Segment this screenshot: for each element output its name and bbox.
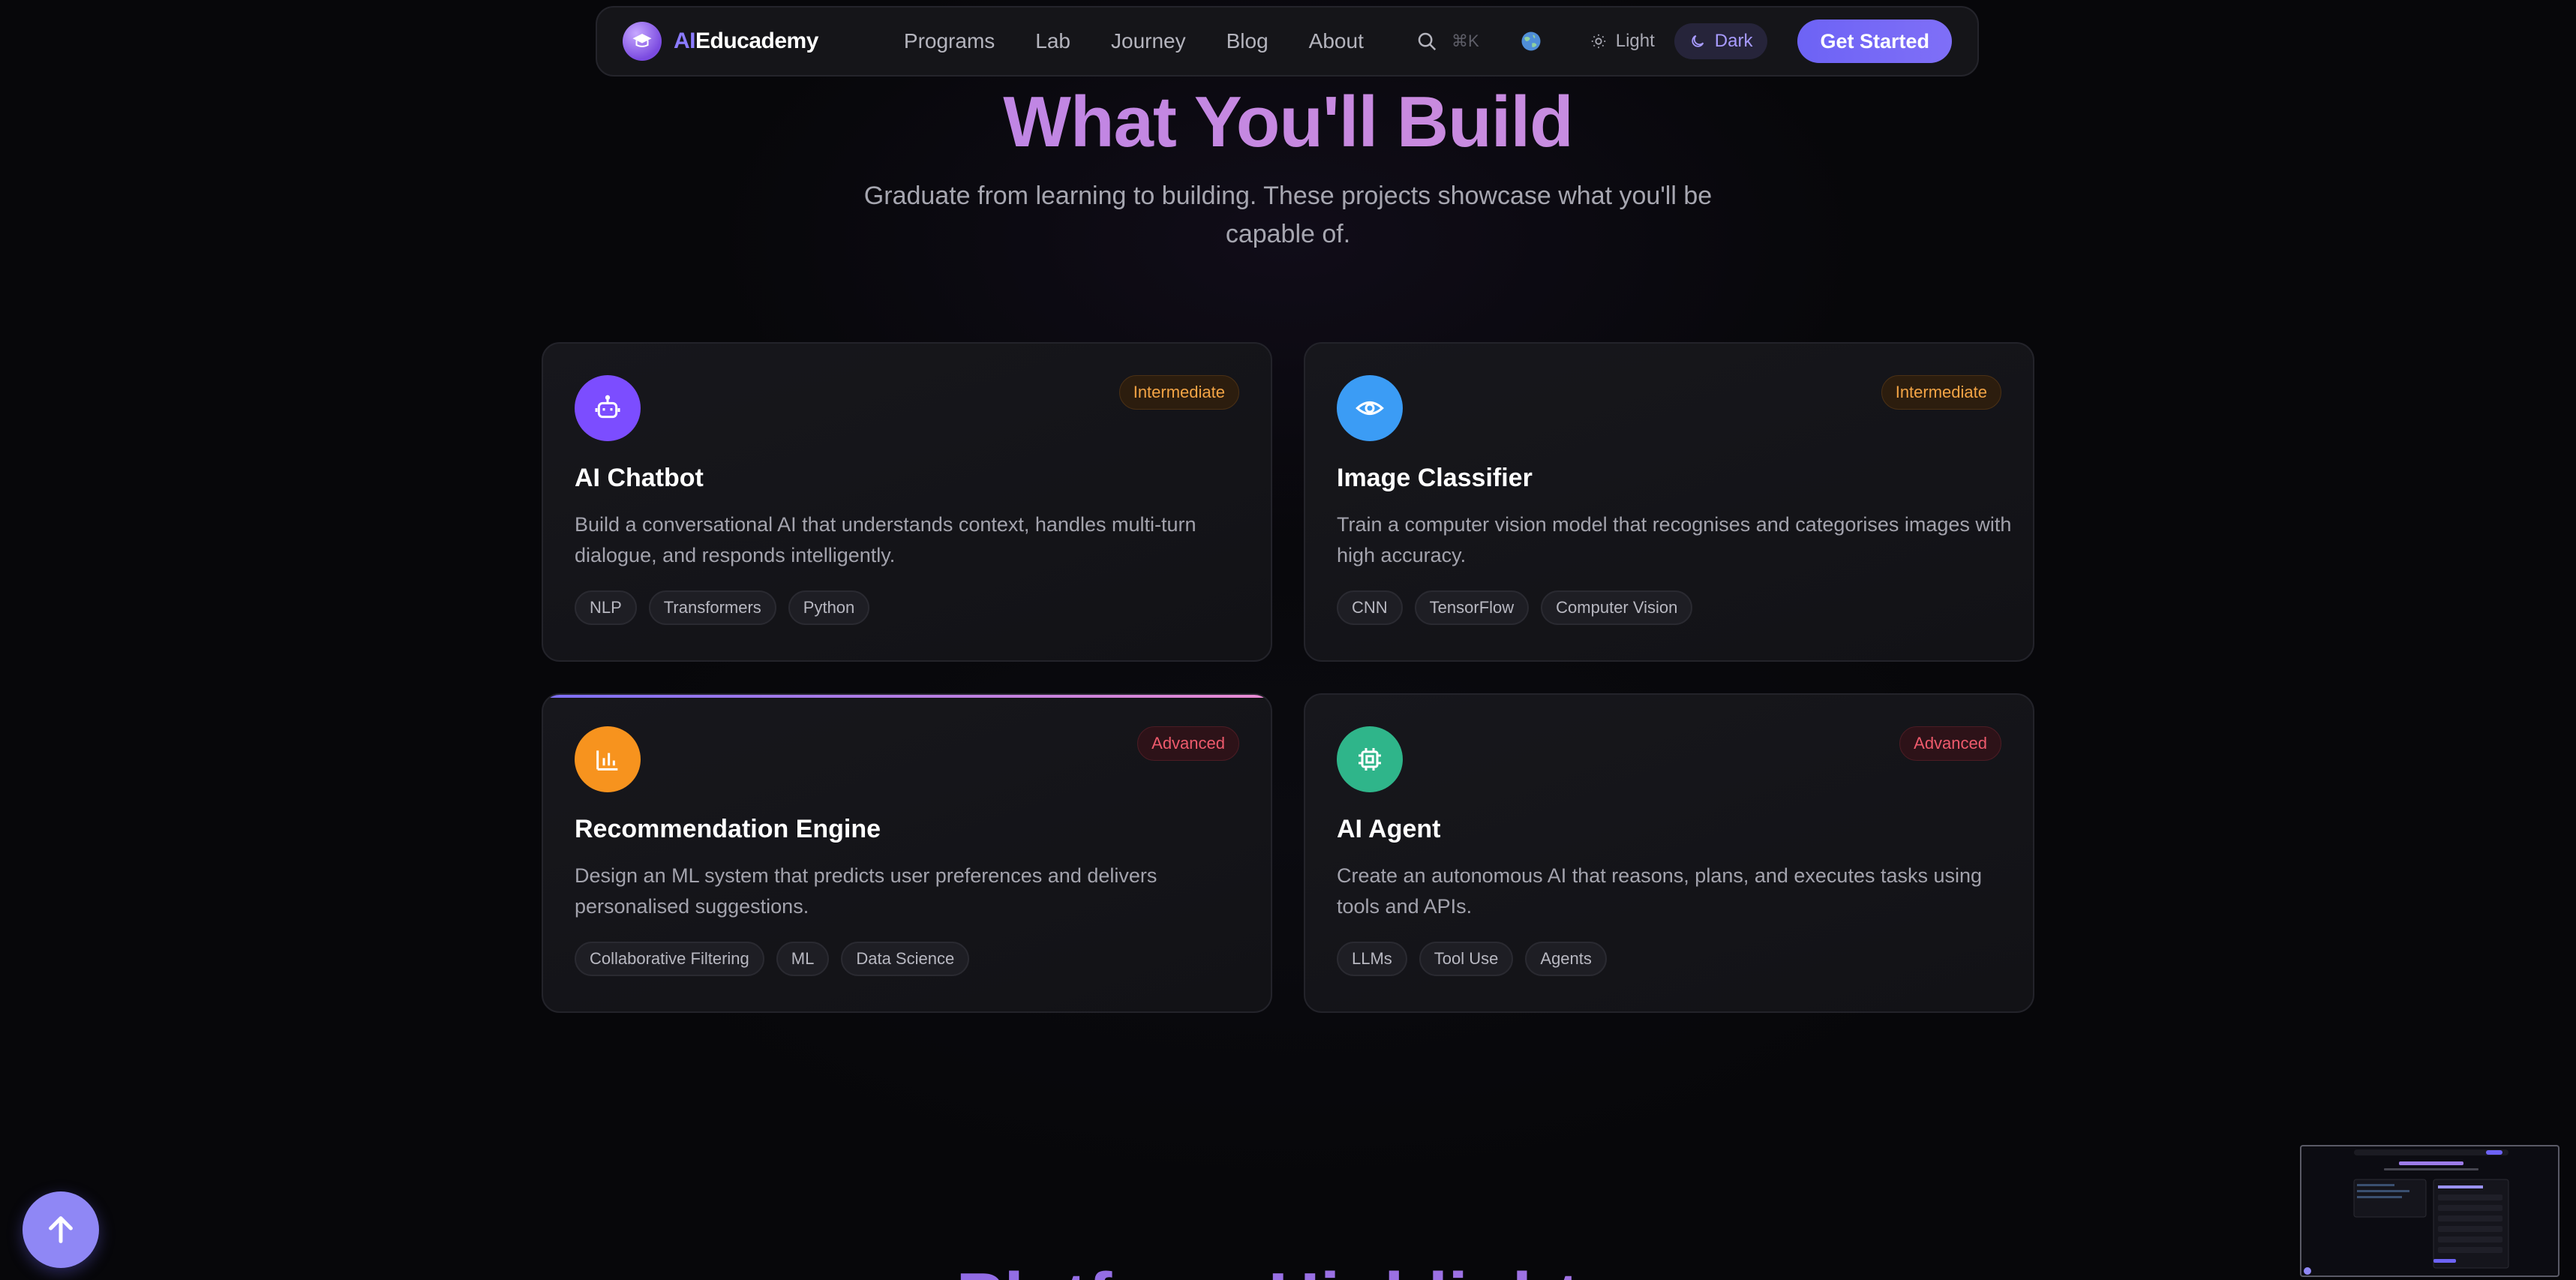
globe-icon[interactable] [1520,30,1542,53]
scroll-to-top-button[interactable] [23,1191,99,1268]
tag: TensorFlow [1414,590,1530,625]
tag: ML [776,942,830,976]
project-card-recommendation-engine[interactable]: Advanced Recommendation Engine Design an… [542,693,1272,1013]
nav-actions: ⌘K Light Dark Get Started [1416,20,1952,63]
tag: NLP [575,590,637,625]
tag: LLMs [1337,942,1407,976]
card-title: AI Chatbot [575,464,704,492]
nav-link-journey[interactable]: Journey [1111,29,1186,53]
card-title: Recommendation Engine [575,815,881,843]
difficulty-badge: Advanced [1137,726,1239,761]
tag-list: Collaborative Filtering ML Data Science [575,942,1239,976]
tag: CNN [1337,590,1403,625]
search-button[interactable]: ⌘K [1416,30,1479,53]
tag-list: CNN TensorFlow Computer Vision [1337,590,2001,625]
card-title: Image Classifier [1337,464,1533,492]
page-preview-thumbnail[interactable] [2300,1145,2559,1277]
project-card-ai-agent[interactable]: Advanced AI Agent Create an autonomous A… [1304,693,2034,1013]
card-description: Build a conversational AI that understan… [575,513,1196,566]
tag: Data Science [841,942,970,976]
section-subtitle: Graduate from learning to building. Thes… [863,182,1713,248]
card-description: Design an ML system that predicts user p… [575,864,1157,918]
next-section-title: Platform Highlights [0,1257,2576,1280]
eye-icon [1337,375,1403,441]
brand-name-ai: AI [674,29,696,53]
project-card-ai-chatbot[interactable]: Intermediate AI Chatbot Build a conversa… [542,342,1272,662]
arrow-up-icon [49,1216,73,1243]
nav-links: Programs Lab Journey Blog About [904,29,1364,53]
theme-light-button[interactable]: Light [1575,23,1670,59]
search-shortcut: ⌘K [1452,32,1479,50]
brand-name-rest: Educademy [695,29,818,53]
navbar: AIEducademy Programs Lab Journey Blog Ab… [596,6,1979,77]
brand-name: AIEducademy [674,29,818,54]
tag: Computer Vision [1541,590,1693,625]
card-highlight-bar [543,695,1271,698]
tag: Tool Use [1419,942,1514,976]
theme-toggle: Light Dark [1575,23,1768,59]
card-title: AI Agent [1337,815,1441,843]
difficulty-badge: Intermediate [1881,375,2001,410]
theme-light-label: Light [1615,31,1655,51]
brand-logo-link[interactable]: AIEducademy [623,22,818,61]
search-icon [1418,32,1437,51]
sun-icon [1591,34,1605,49]
get-started-button[interactable]: Get Started [1797,20,1952,63]
card-description: Create an autonomous AI that reasons, pl… [1337,864,1983,918]
moon-icon [1692,35,1704,47]
bar-chart-icon [575,726,641,792]
tag: Collaborative Filtering [575,942,764,976]
tag-list: NLP Transformers Python [575,590,1239,625]
theme-dark-label: Dark [1714,31,1753,51]
tag-list: LLMs Tool Use Agents [1337,942,2001,976]
difficulty-badge: Advanced [1899,726,2001,761]
theme-dark-button[interactable]: Dark [1674,23,1768,59]
tag: Transformers [648,590,776,625]
section-title: What You'll Build [0,81,2576,164]
nav-link-lab[interactable]: Lab [1035,29,1070,53]
nav-link-programs[interactable]: Programs [904,29,995,53]
cpu-icon [1337,726,1403,792]
nav-link-blog[interactable]: Blog [1226,29,1268,53]
card-description: Train a computer vision model that recog… [1337,513,2012,566]
nav-link-about[interactable]: About [1309,29,1364,53]
tag: Python [788,590,870,625]
difficulty-badge: Intermediate [1118,375,1239,410]
project-card-image-classifier[interactable]: Intermediate Image Classifier Train a co… [1304,342,2034,662]
tag: Agents [1525,942,1607,976]
graduation-cap-logo-icon [623,22,662,61]
robot-icon [575,375,641,441]
